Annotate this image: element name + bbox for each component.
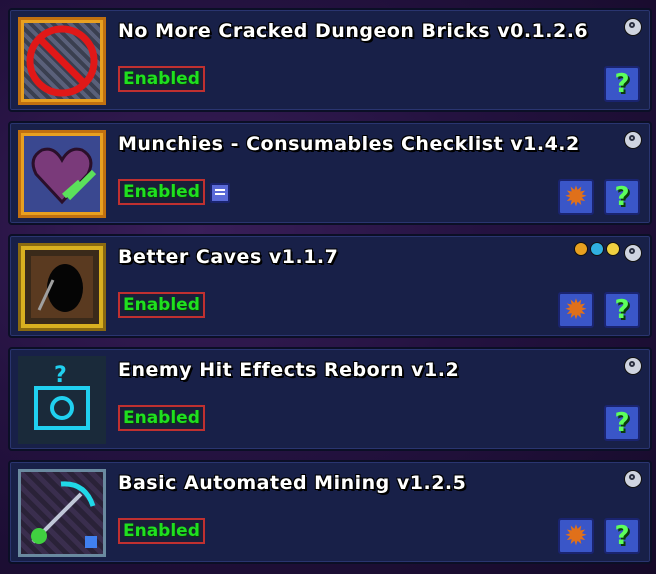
mod-name: Better Caves v1.1.7 bbox=[118, 246, 339, 268]
clock-icon bbox=[606, 242, 620, 256]
svg-text:?: ? bbox=[54, 363, 67, 388]
mod-info-button[interactable]: ? bbox=[604, 518, 640, 554]
munchies-heart-icon bbox=[18, 130, 106, 218]
steam-icon bbox=[624, 244, 642, 262]
mod-status-toggle[interactable]: Enabled bbox=[118, 292, 205, 318]
mod-info-button[interactable]: ? bbox=[604, 179, 640, 215]
mod-info-button[interactable]: ? bbox=[604, 66, 640, 102]
enemy-hit-effects-icon: ? bbox=[18, 356, 106, 444]
mod-name: Basic Automated Mining v1.2.5 bbox=[118, 472, 467, 494]
mod-info-button[interactable]: ? bbox=[604, 405, 640, 441]
no-cracked-bricks-icon bbox=[18, 17, 106, 105]
steam-icon bbox=[624, 470, 642, 488]
mod-status-toggle[interactable]: Enabled bbox=[118, 518, 205, 544]
mod-entry: ? Enemy Hit Effects Reborn v1.2 Enabled … bbox=[8, 347, 652, 451]
mod-name: Enemy Hit Effects Reborn v1.2 bbox=[118, 359, 460, 381]
mod-side-flags bbox=[574, 242, 620, 256]
mod-name: No More Cracked Dungeon Bricks v0.1.2.6 bbox=[118, 20, 589, 42]
mod-status-toggle[interactable]: Enabled bbox=[118, 179, 205, 205]
mod-status-toggle[interactable]: Enabled bbox=[118, 66, 205, 92]
mod-entry: Basic Automated Mining v1.2.5 Enabled ✹ … bbox=[8, 460, 652, 564]
better-caves-icon bbox=[18, 243, 106, 331]
steam-icon bbox=[624, 357, 642, 375]
mod-config-button[interactable]: ✹ bbox=[558, 179, 594, 215]
steam-icon bbox=[624, 18, 642, 36]
mod-info-button[interactable]: ? bbox=[604, 292, 640, 328]
mod-config-button[interactable]: ✹ bbox=[558, 518, 594, 554]
client-side-icon bbox=[574, 242, 588, 256]
mod-name: Munchies - Consumables Checklist v1.4.2 bbox=[118, 133, 580, 155]
automated-mining-icon bbox=[18, 469, 106, 557]
mod-references-icon[interactable] bbox=[210, 183, 230, 203]
mod-entry: No More Cracked Dungeon Bricks v0.1.2.6 … bbox=[8, 8, 652, 112]
mod-entry: Better Caves v1.1.7 Enabled ✹ ? bbox=[8, 234, 652, 338]
steam-icon bbox=[624, 131, 642, 149]
mod-entry: Munchies - Consumables Checklist v1.4.2 … bbox=[8, 121, 652, 225]
mod-config-button[interactable]: ✹ bbox=[558, 292, 594, 328]
mod-status-toggle[interactable]: Enabled bbox=[118, 405, 205, 431]
server-side-icon bbox=[590, 242, 604, 256]
